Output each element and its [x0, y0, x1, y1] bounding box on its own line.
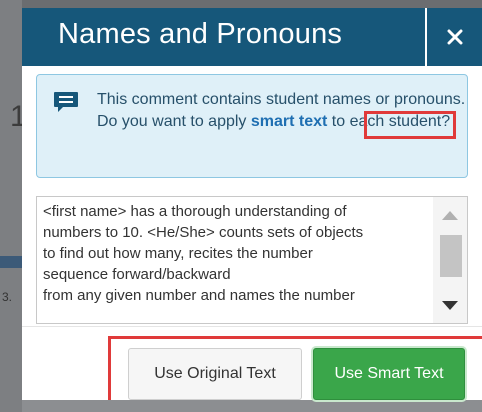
comment-line: sequence forward/backward: [43, 266, 231, 283]
background-panel: 1 3.: [0, 0, 27, 412]
background-top-strip: [22, 0, 482, 8]
background-bottom-strip: [22, 400, 482, 412]
background-stripe: [0, 256, 22, 268]
smart-text-link[interactable]: smart text: [251, 113, 327, 130]
comment-text: <first name> has a thorough understandin…: [43, 201, 433, 306]
comment-line: to find out how many, recites the number: [43, 245, 313, 262]
scroll-up-arrow-icon[interactable]: [442, 211, 458, 220]
comment-icon: [54, 92, 78, 112]
names-pronouns-dialog: Names and Pronouns This comment contains…: [22, 8, 482, 400]
dialog-title: Names and Pronouns: [58, 18, 343, 50]
close-icon: [447, 29, 462, 45]
scroll-thumb[interactable]: [440, 235, 462, 277]
smart-text-info-box: This comment contains student names or p…: [36, 74, 468, 178]
background-fragment: 3.: [2, 290, 13, 304]
footer-divider: [22, 326, 482, 327]
info-message: This comment contains student names or p…: [97, 89, 467, 133]
info-text-after: to each student?: [327, 113, 451, 130]
comment-line: from any given number and names the numb…: [43, 287, 355, 304]
comment-line: numbers to 10. <He/She> counts sets of o…: [43, 224, 364, 241]
comment-scrollbar[interactable]: [433, 197, 467, 323]
comment-text-area[interactable]: <first name> has a thorough understandin…: [36, 196, 468, 324]
scroll-down-arrow-icon[interactable]: [442, 301, 458, 310]
close-button[interactable]: [427, 8, 482, 66]
comment-line: <first name> has a thorough understandin…: [43, 203, 347, 220]
dialog-header: Names and Pronouns: [22, 8, 482, 66]
use-smart-text-button[interactable]: Use Smart Text: [313, 348, 465, 400]
use-original-text-button[interactable]: Use Original Text: [128, 348, 302, 400]
